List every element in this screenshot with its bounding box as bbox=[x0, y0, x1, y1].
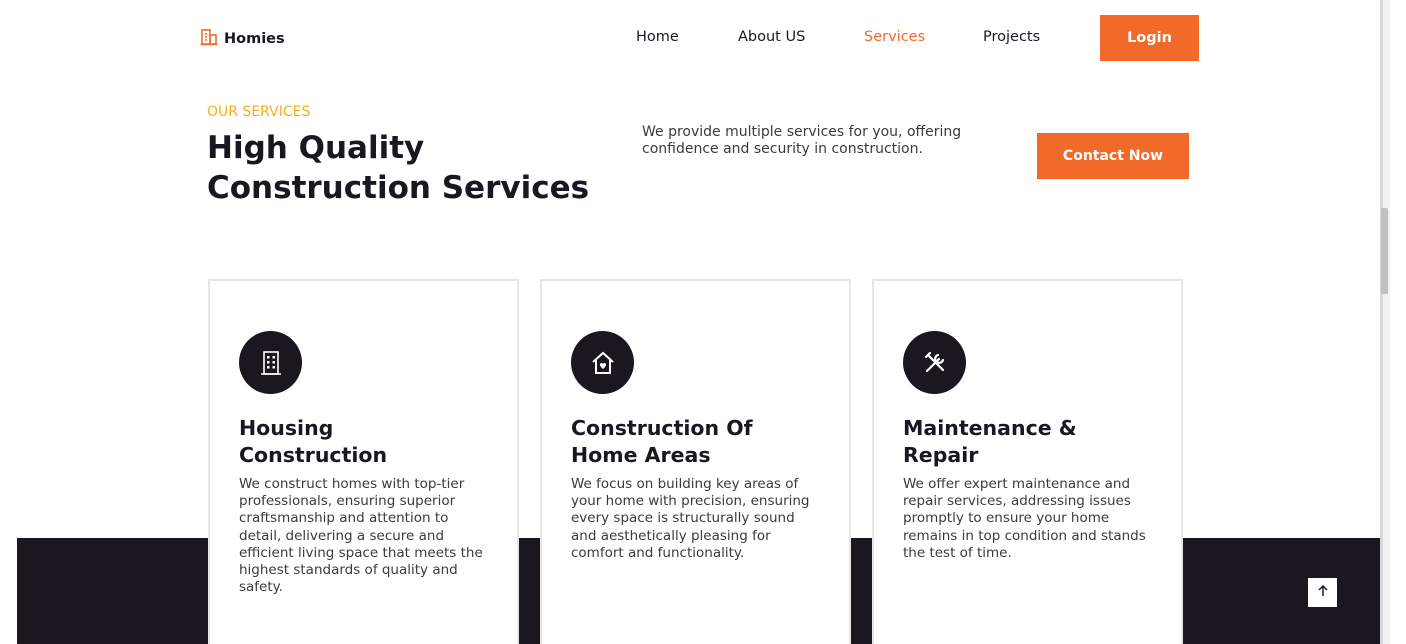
nav-about-us[interactable]: About US bbox=[738, 29, 805, 45]
tools-icon bbox=[903, 331, 966, 394]
brand-logo[interactable]: Homies bbox=[200, 28, 285, 50]
section-title-line1: High Quality bbox=[207, 130, 425, 166]
brand-name: Homies bbox=[224, 31, 285, 47]
service-title-line1: Construction Of bbox=[571, 416, 753, 440]
nav-services[interactable]: Services bbox=[864, 29, 925, 45]
service-title: Housing Construction bbox=[239, 415, 499, 469]
back-to-top-button[interactable] bbox=[1308, 578, 1337, 607]
nav-projects[interactable]: Projects bbox=[983, 29, 1040, 45]
login-button[interactable]: Login bbox=[1100, 15, 1199, 61]
service-description: We construct homes with top-tier profess… bbox=[239, 476, 483, 596]
service-description: We offer expert maintenance and repair s… bbox=[903, 476, 1146, 561]
nav-home[interactable]: Home bbox=[636, 29, 679, 45]
service-title-line2: Home Areas bbox=[571, 443, 711, 467]
arrow-up-icon bbox=[1316, 583, 1330, 602]
apartment-building-icon bbox=[239, 331, 302, 394]
service-title: Construction Of Home Areas bbox=[571, 415, 831, 469]
section-title-line2: Construction Services bbox=[207, 170, 590, 206]
service-title: Maintenance & Repair bbox=[903, 415, 1163, 469]
service-description: We focus on building key areas of your h… bbox=[571, 476, 810, 561]
service-title-line2: Construction bbox=[239, 443, 388, 467]
scrollbar-thumb[interactable] bbox=[1381, 208, 1388, 294]
home-heart-icon bbox=[571, 331, 634, 394]
contact-now-button[interactable]: Contact Now bbox=[1037, 133, 1189, 179]
section-description: We provide multiple services for you, of… bbox=[642, 124, 962, 157]
building-icon bbox=[200, 28, 218, 50]
service-title-line2: Repair bbox=[903, 443, 979, 467]
service-title-line1: Housing bbox=[239, 416, 334, 440]
service-card-housing[interactable]: Housing Construction We construct homes … bbox=[208, 279, 519, 644]
service-card-home-areas[interactable]: Construction Of Home Areas We focus on b… bbox=[540, 279, 851, 644]
section-eyebrow: OUR SERVICES bbox=[207, 104, 311, 120]
service-title-line1: Maintenance & bbox=[903, 416, 1077, 440]
service-card-maintenance[interactable]: Maintenance & Repair We offer expert mai… bbox=[872, 279, 1183, 644]
scrollbar-edge bbox=[1380, 0, 1383, 644]
section-title: High Quality Construction Services bbox=[207, 128, 627, 208]
